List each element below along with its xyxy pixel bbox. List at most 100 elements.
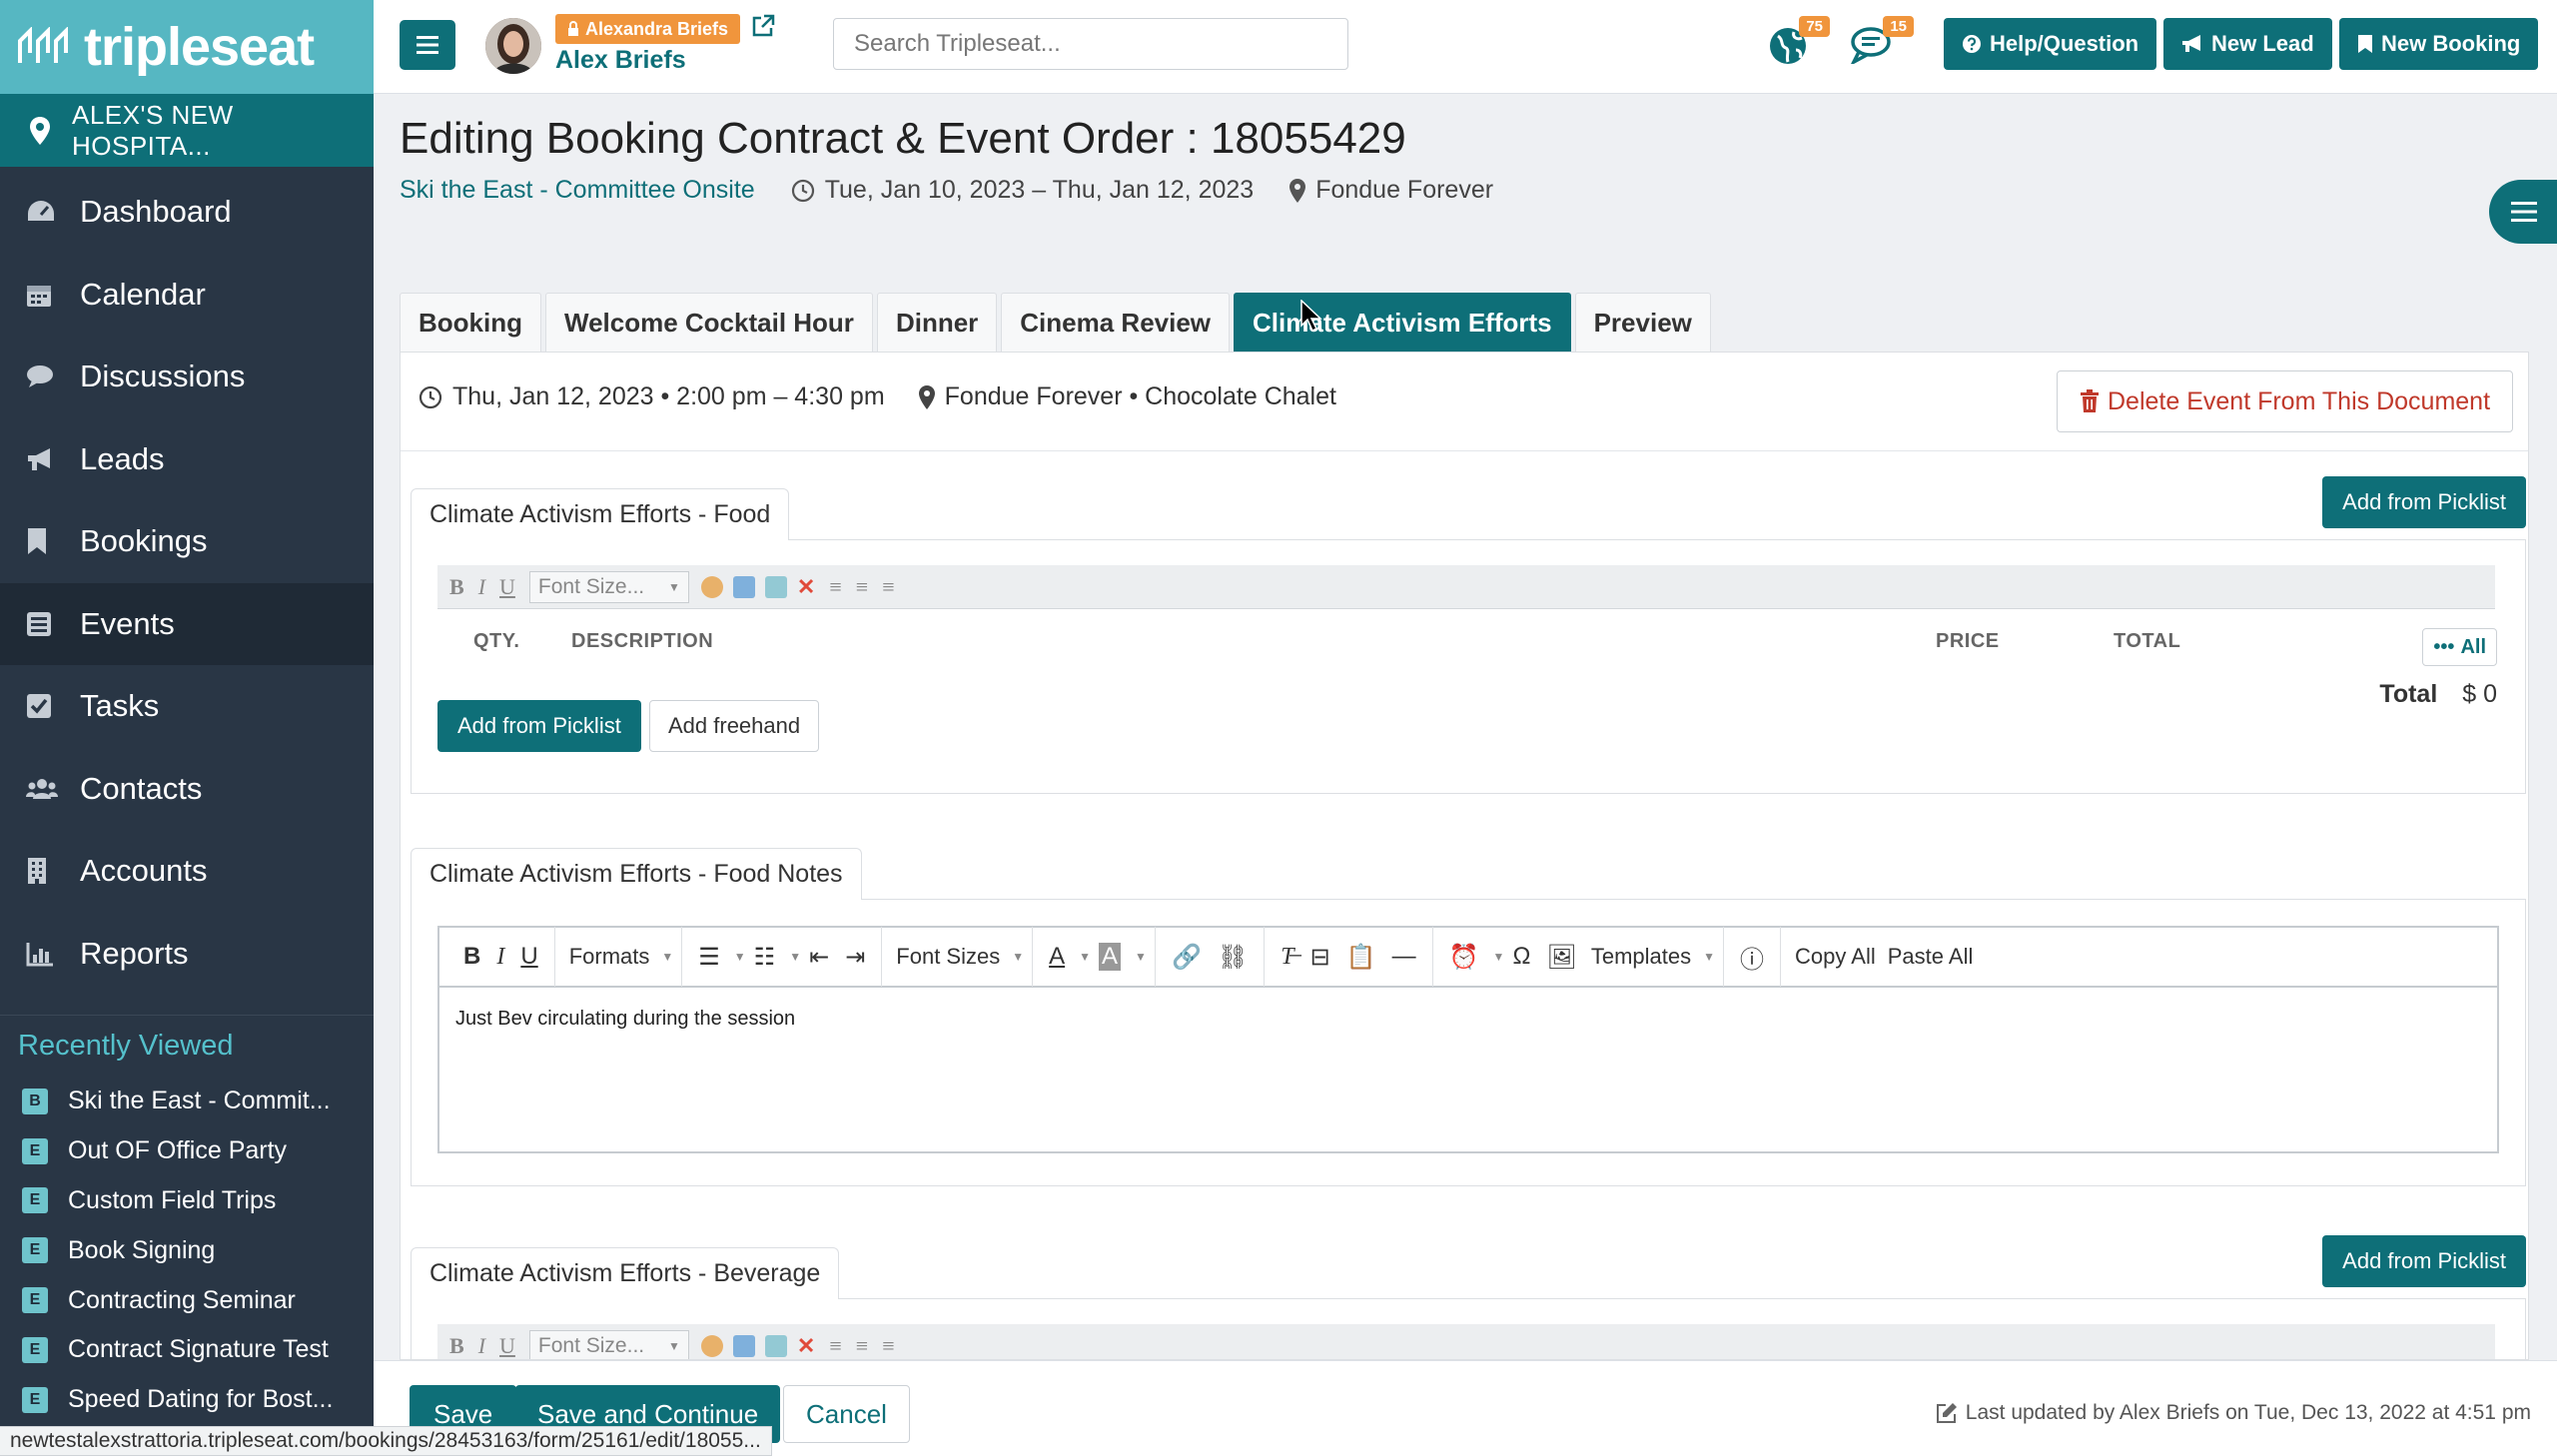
search-input[interactable] — [833, 18, 1348, 70]
cancel-button[interactable]: Cancel — [783, 1385, 910, 1443]
font-sizes-dropdown[interactable]: Font Sizes ▼ — [882, 927, 1034, 987]
paste-word-icon[interactable] — [764, 575, 787, 598]
food-add-from-picklist-button[interactable]: Add from Picklist — [2322, 476, 2526, 528]
chevron-down-icon[interactable]: ▼ — [789, 950, 801, 964]
formats-dropdown[interactable]: Formats ▼ — [555, 927, 683, 987]
new-lead-button[interactable]: New Lead — [2163, 18, 2332, 70]
help-icon[interactable]: ⓘ — [1740, 940, 1764, 975]
alarm-clock-icon[interactable]: ⏰ — [1449, 943, 1479, 972]
align-right-icon[interactable]: ≡ — [882, 574, 894, 600]
tab-climate-activism-efforts[interactable]: Climate Activism Efforts — [1234, 293, 1571, 352]
nav-calendar[interactable]: Calendar — [0, 254, 374, 337]
user-name[interactable]: Alex Briefs — [555, 46, 686, 75]
remove-format-icon[interactable]: ✕ — [797, 1333, 815, 1359]
image-icon[interactable]: 🖼 — [1546, 943, 1576, 972]
booking-link[interactable]: Ski the East - Committee Onsite — [400, 176, 755, 205]
font-size-select[interactable]: Font Size... ▼ — [528, 1329, 689, 1359]
recent-item[interactable]: E Book Signing — [0, 1225, 374, 1275]
tab-welcome-cocktail-hour[interactable]: Welcome Cocktail Hour — [545, 293, 873, 352]
recent-item[interactable]: E Custom Field Trips — [0, 1176, 374, 1226]
horizontal-rule-icon[interactable]: — — [1392, 943, 1416, 971]
help-button[interactable]: Help/Question — [1944, 18, 2157, 70]
clear-formatting-icon[interactable]: T̶ — [1280, 944, 1293, 971]
paste-text-icon[interactable] — [732, 575, 755, 598]
bold-button[interactable]: B — [463, 943, 480, 971]
logo[interactable]: tripleseat — [0, 0, 374, 94]
paste-text-icon[interactable] — [732, 1334, 755, 1357]
recent-item[interactable]: E Contracting Seminar — [0, 1275, 374, 1325]
link-icon[interactable]: 🔗 — [1172, 943, 1202, 972]
background-color-icon[interactable]: A — [1099, 943, 1122, 971]
nav-contacts[interactable]: Contacts — [0, 748, 374, 831]
tab-preview[interactable]: Preview — [1574, 293, 1711, 352]
recent-item[interactable]: E Speed Dating for Bost... — [0, 1375, 374, 1425]
paste-word-icon[interactable] — [764, 1334, 787, 1357]
avatar[interactable] — [485, 18, 541, 74]
bold-button[interactable]: B — [449, 574, 464, 600]
food-notes-content[interactable]: Just Bev circulating during the session — [439, 988, 2497, 1051]
paste-icon[interactable]: 📋 — [1346, 943, 1376, 972]
italic-button[interactable]: I — [496, 944, 504, 971]
nav-reports[interactable]: Reports — [0, 913, 374, 996]
copy-all-button[interactable]: Copy All — [1795, 944, 1876, 970]
bullet-list-icon[interactable]: ☰ — [698, 943, 720, 972]
tab-dinner[interactable]: Dinner — [876, 293, 998, 352]
bold-button[interactable]: B — [449, 1333, 464, 1359]
menu-toggle-button[interactable] — [400, 20, 455, 70]
nav-dashboard[interactable]: Dashboard — [0, 171, 374, 254]
underline-button[interactable]: U — [499, 1333, 515, 1359]
nav-discussions[interactable]: Discussions — [0, 336, 374, 418]
align-center-icon[interactable]: ≡ — [856, 574, 868, 600]
chevron-down-icon[interactable]: ▼ — [1493, 950, 1505, 964]
chevron-down-icon[interactable]: ▼ — [1135, 950, 1147, 964]
recent-item[interactable]: B Ski the East - Commit... — [0, 1077, 374, 1126]
recent-item[interactable]: E Contract Signature Test — [0, 1325, 374, 1375]
chevron-down-icon[interactable]: ▼ — [734, 950, 746, 964]
side-menu-button[interactable] — [2489, 180, 2557, 244]
add-freehand-button[interactable]: Add freehand — [649, 700, 820, 752]
impersonation-badge[interactable]: Alexandra Briefs — [555, 14, 741, 44]
nav-bookings[interactable]: Bookings — [0, 500, 374, 583]
page-break-icon[interactable]: ⊟ — [1310, 943, 1330, 972]
external-link-icon[interactable] — [751, 14, 775, 38]
beverage-add-from-picklist-button[interactable]: Add from Picklist — [2322, 1235, 2526, 1287]
underline-button[interactable]: U — [520, 943, 537, 971]
align-center-icon[interactable]: ≡ — [856, 1333, 868, 1359]
font-size-select[interactable]: Font Size... ▼ — [528, 570, 689, 603]
align-left-icon[interactable]: ≡ — [829, 1333, 841, 1359]
underline-button[interactable]: U — [499, 574, 515, 600]
nav-leads[interactable]: Leads — [0, 418, 374, 501]
outdent-icon[interactable]: ⇤ — [809, 943, 829, 972]
add-from-picklist-button[interactable]: Add from Picklist — [437, 700, 641, 752]
color-palette-icon[interactable] — [700, 1334, 723, 1357]
align-right-icon[interactable]: ≡ — [882, 1333, 894, 1359]
globe-notifications[interactable]: 75 — [1768, 16, 1830, 66]
chat-notifications[interactable]: 15 — [1850, 16, 1914, 64]
italic-button[interactable]: I — [478, 574, 485, 600]
text-color-icon[interactable]: A — [1049, 943, 1065, 971]
special-character-icon[interactable]: Ω — [1512, 943, 1530, 971]
recent-type-badge: E — [22, 1386, 48, 1413]
nav-tasks[interactable]: Tasks — [0, 665, 374, 748]
paste-all-button[interactable]: Paste All — [1888, 944, 1974, 970]
color-palette-icon[interactable] — [700, 575, 723, 598]
tab-cinema-review[interactable]: Cinema Review — [1001, 293, 1231, 352]
align-left-icon[interactable]: ≡ — [829, 574, 841, 600]
chevron-down-icon[interactable]: ▼ — [1079, 950, 1091, 964]
delete-event-button[interactable]: Delete Event From This Document — [2057, 370, 2514, 432]
remove-format-icon[interactable]: ✕ — [797, 574, 815, 600]
chevron-down-icon[interactable]: ▼ — [1703, 950, 1715, 964]
all-items-button[interactable]: ••• All — [2422, 628, 2497, 666]
nav-events[interactable]: Events — [0, 582, 374, 665]
tab-booking[interactable]: Booking — [400, 293, 541, 352]
numbered-list-icon[interactable]: ☷ — [754, 943, 776, 972]
unlink-icon[interactable]: ⛓ — [1218, 943, 1248, 972]
templates-dropdown[interactable]: Templates — [1591, 944, 1691, 970]
indent-icon[interactable]: ⇥ — [845, 943, 865, 972]
venue-selector[interactable]: ALEX'S NEW HOSPITA... — [0, 94, 374, 167]
nav-accounts[interactable]: Accounts — [0, 830, 374, 913]
recent-item[interactable]: E Out OF Office Party — [0, 1126, 374, 1176]
font-size-value: Font Size... — [537, 1333, 645, 1357]
italic-button[interactable]: I — [478, 1333, 485, 1359]
new-booking-button[interactable]: New Booking — [2339, 18, 2539, 70]
